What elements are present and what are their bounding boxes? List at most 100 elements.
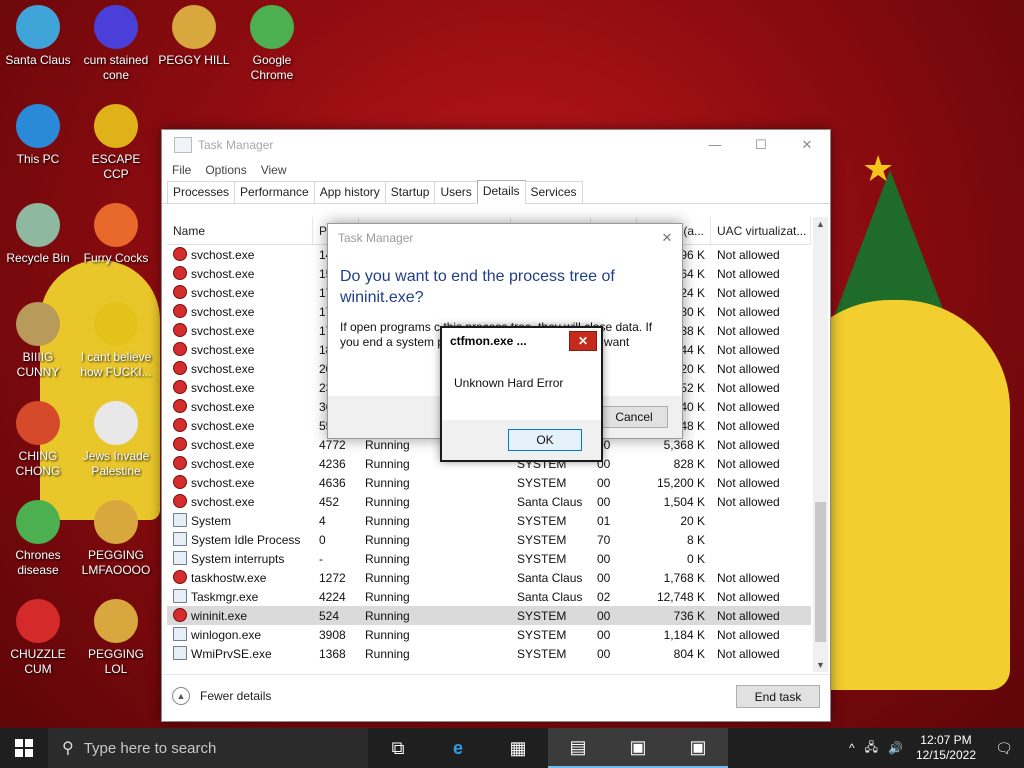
desktop-icon[interactable]: Google Chrome: [234, 5, 310, 83]
desktop-icon[interactable]: CHUZZLE CUM: [0, 599, 76, 677]
cell-user: SYSTEM: [517, 532, 567, 547]
taskbar-search-box[interactable]: ⚲ Type here to search: [48, 728, 368, 768]
process-icon: [173, 608, 187, 622]
network-icon[interactable]: 🖧: [865, 738, 878, 759]
process-name: svchost.exe: [191, 324, 255, 338]
store-icon[interactable]: ▦: [488, 728, 548, 768]
task-manager-taskbar-icon[interactable]: ▤: [548, 728, 608, 768]
table-row[interactable]: taskhostw.exe 1272 Running Santa Claus 00 1,7…: [167, 568, 811, 587]
desktop-icon-label: cum stained cone: [83, 53, 149, 82]
desktop-icon[interactable]: BIIIIG CUNNY: [0, 302, 76, 380]
desktop-icon[interactable]: CHING CHONG: [0, 401, 76, 479]
pegging-p-icon: [94, 599, 138, 643]
dialog-titlebar[interactable]: Task Manager ✕: [328, 224, 682, 252]
desktop-icon[interactable]: PEGGING LMFAOOOO: [78, 500, 154, 578]
column-uac[interactable]: UAC virtualizat...: [711, 217, 811, 244]
vertical-scrollbar[interactable]: ▲ ▼: [813, 217, 828, 672]
column-name[interactable]: Name: [167, 217, 313, 244]
table-row[interactable]: System Idle Process 0 Running SYSTEM 70 8 K: [167, 530, 811, 549]
desktop-icon[interactable]: PEGGING LOL: [78, 599, 154, 677]
search-icon: ⚲: [62, 740, 74, 757]
cell-uac: Not allowed: [717, 608, 780, 623]
menu-file[interactable]: File: [172, 163, 191, 177]
cell-cpu: 00: [597, 608, 611, 623]
scrollbar-thumb[interactable]: [815, 502, 826, 642]
cell-pid: 3908: [319, 627, 346, 642]
close-icon[interactable]: ✕: [569, 331, 597, 351]
cell-name: WmiPrvSE.exe: [167, 646, 313, 661]
tab-performance[interactable]: Performance: [234, 181, 315, 203]
task-view-icon[interactable]: ⧉: [368, 728, 428, 768]
tab-app-history[interactable]: App history: [313, 181, 386, 203]
process-icon: [173, 627, 187, 641]
mahjong-icon: [94, 104, 138, 148]
clock[interactable]: 12:07 PM 12/15/2022: [916, 733, 976, 763]
scroll-down-icon[interactable]: ▼: [813, 660, 828, 670]
table-row[interactable]: svchost.exe 4636 Running SYSTEM 00 15,200 K No…: [167, 473, 811, 492]
minimize-icon[interactable]: —: [692, 130, 738, 159]
cell-uac: Not allowed: [717, 627, 780, 642]
desktop-icon[interactable]: Jews Invade Palestine: [78, 401, 154, 479]
tab-startup[interactable]: Startup: [384, 181, 436, 203]
cell-name: svchost.exe: [167, 437, 313, 452]
window-taskbar-icon-2[interactable]: ▣: [668, 728, 728, 768]
table-row[interactable]: svchost.exe 452 Running Santa Claus 00 1,504 …: [167, 492, 811, 511]
desktop-icon-label: CHING CHONG: [15, 449, 61, 478]
desktop-icon[interactable]: Recycle Bin: [0, 203, 76, 266]
fewer-details-link[interactable]: ▲ Fewer details: [172, 687, 271, 705]
menu-view[interactable]: View: [261, 163, 287, 177]
cell-mem: 12,748 K: [656, 589, 705, 604]
desktop-icon[interactable]: I cant believe how FUCKI...: [78, 302, 154, 380]
window-taskbar-icon[interactable]: ▣: [608, 728, 668, 768]
process-name: Taskmgr.exe: [191, 590, 259, 604]
minion-wallpaper-left: [40, 260, 160, 520]
clock-date: 12/15/2022: [915, 748, 976, 762]
volume-icon[interactable]: 🔊: [888, 741, 903, 755]
computer-icon: [16, 104, 60, 148]
close-icon[interactable]: ✕: [652, 230, 682, 246]
close-icon[interactable]: ✕: [784, 130, 830, 159]
table-row[interactable]: Taskmgr.exe 4224 Running Santa Claus 02 12,74…: [167, 587, 811, 606]
show-hidden-icons-icon[interactable]: ^: [849, 741, 855, 755]
menu-options[interactable]: Options: [205, 163, 246, 177]
cell-pid: 4: [319, 513, 326, 528]
taskbar: ⚲ Type here to search ⧉ e ▦ ▤ ▣ ▣ ^ 🖧 🔊 …: [0, 728, 1024, 768]
desktop-icon[interactable]: This PC: [0, 104, 76, 167]
process-name: svchost.exe: [191, 248, 255, 262]
task-manager-titlebar[interactable]: Task Manager — ☐ ✕: [162, 130, 830, 159]
cell-status: Running: [365, 589, 410, 604]
tab-processes[interactable]: Processes: [167, 181, 236, 203]
tab-details[interactable]: Details: [476, 180, 526, 204]
desktop-icon[interactable]: Santa Claus: [0, 5, 76, 68]
scroll-up-icon[interactable]: ▲: [813, 219, 828, 229]
desktop-icon[interactable]: ESCAPE CCP: [78, 104, 154, 182]
cancel-button[interactable]: Cancel: [600, 406, 668, 428]
edge-icon[interactable]: e: [428, 728, 488, 768]
start-button[interactable]: [0, 728, 48, 768]
tab-services[interactable]: Services: [524, 181, 583, 203]
process-icon: [173, 285, 187, 299]
cell-uac: Not allowed: [717, 380, 780, 395]
desktop-icon[interactable]: Furry Cocks: [78, 203, 154, 266]
process-name: svchost.exe: [191, 267, 255, 281]
desktop-icon[interactable]: PEGGY HILL: [156, 5, 232, 68]
ok-button[interactable]: OK: [508, 429, 582, 451]
process-name: svchost.exe: [191, 286, 255, 300]
process-icon: [173, 570, 187, 584]
table-row[interactable]: winlogon.exe 3908 Running SYSTEM 00 1,184 K No…: [167, 625, 811, 644]
process-name: svchost.exe: [191, 362, 255, 376]
tab-users[interactable]: Users: [434, 181, 478, 203]
table-row[interactable]: WmiPrvSE.exe 1368 Running SYSTEM 00 804 K Not …: [167, 644, 811, 663]
cell-name: svchost.exe: [167, 247, 313, 262]
error-titlebar[interactable]: ctfmon.exe ... ✕: [442, 328, 601, 354]
table-row[interactable]: wininit.exe 524 Running SYSTEM 00 736 K Not al…: [167, 606, 811, 625]
desktop-icon-label: I cant believe how FUCKI...: [80, 350, 152, 379]
desktop-icon[interactable]: Chrones disease: [0, 500, 76, 578]
table-row[interactable]: System 4 Running SYSTEM 01 20 K: [167, 511, 811, 530]
maximize-icon[interactable]: ☐: [738, 130, 784, 159]
desktop-icon[interactable]: cum stained cone: [78, 5, 154, 83]
error-message-box[interactable]: ctfmon.exe ... ✕ Unknown Hard Error OK: [440, 326, 603, 462]
notification-icon[interactable]: 🗨: [984, 740, 1024, 757]
end-task-button[interactable]: End task: [736, 685, 820, 708]
table-row[interactable]: System interrupts - Running SYSTEM 00 0 K: [167, 549, 811, 568]
